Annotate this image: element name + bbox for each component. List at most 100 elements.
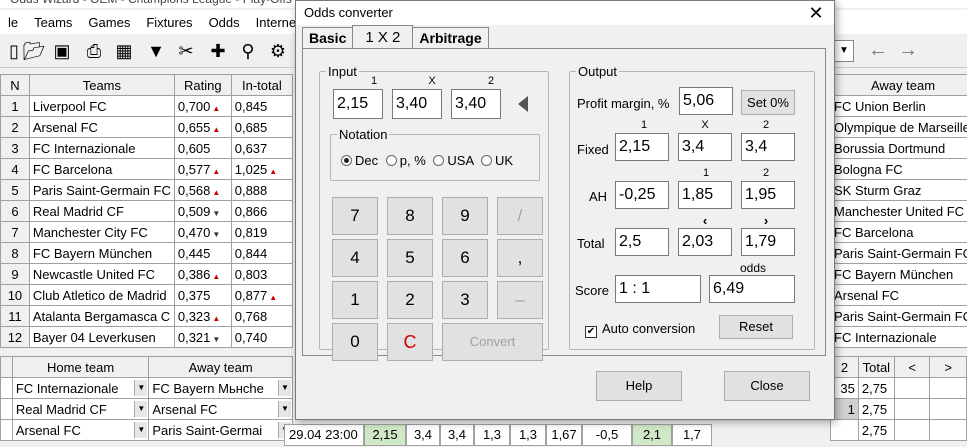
radio-usa[interactable]: USA	[433, 153, 473, 168]
chevron-down-icon[interactable]: ▼	[278, 380, 291, 396]
key-5[interactable]: 5	[387, 239, 433, 277]
set-zero-button[interactable]: Set 0%	[741, 90, 795, 115]
fixed-x[interactable]: 3,4	[678, 133, 732, 161]
convert-button[interactable]: Convert	[442, 323, 543, 361]
table-row[interactable]: 10 Club Atletico de Madrid 0,375 0,877 ▲	[0, 284, 294, 306]
table-row[interactable]: Manchester United FC	[830, 200, 967, 222]
calculator-icon[interactable]: ▦	[112, 40, 136, 62]
table-row[interactable]: 6 Real Madrid CF 0,509 ▼ 0,866	[0, 200, 294, 222]
chevron-down-icon[interactable]: ▼	[134, 401, 148, 417]
key-8[interactable]: 8	[387, 197, 433, 235]
table-row[interactable]: FC Union Berlin	[830, 95, 967, 117]
back-arrow-icon[interactable]: ←	[866, 40, 890, 62]
tab-arbitrage[interactable]: Arbitrage	[412, 27, 489, 49]
ah-2[interactable]: 1,95	[741, 181, 795, 209]
open-folder-icon[interactable]: 📂︎	[22, 40, 46, 62]
fixture-row[interactable]: Arsenal FC ▼Paris Saint-Germai▼	[0, 419, 293, 441]
clear-button[interactable]: C	[387, 323, 433, 361]
table-row[interactable]: Paris Saint-Germain FC	[830, 305, 967, 327]
menu-item[interactable]: Odds	[201, 15, 248, 30]
radio-dec[interactable]: Dec	[341, 153, 378, 168]
col-intotal[interactable]: In-total	[230, 74, 294, 96]
table-row[interactable]: 7 Manchester City FC 0,470 ▼ 0,819	[0, 221, 294, 243]
table-row[interactable]: Arsenal FC	[830, 284, 967, 306]
col-home-team[interactable]: Home team	[11, 356, 150, 378]
menu-item[interactable]: Fixtures	[138, 15, 200, 30]
fixed-2[interactable]: 3,4	[741, 133, 795, 161]
fixture-row[interactable]: FC Internazionale ▼ FC Bayern Mьнche ▼	[0, 377, 293, 399]
odds-cell[interactable]: 3,4	[440, 424, 474, 446]
fixed-1[interactable]: 2,15	[615, 133, 669, 161]
col-away-team[interactable]: Away team	[830, 74, 967, 96]
menu-item[interactable]: Teams	[26, 15, 80, 30]
col-away-team-fixtures[interactable]: Away team	[148, 356, 293, 378]
home-team-select[interactable]: Real Madrid CF ▼	[11, 398, 150, 420]
odds-cell[interactable]: 1,7	[672, 424, 712, 446]
prev-page-button[interactable]: <	[893, 356, 931, 378]
radio-p-dot[interactable]	[385, 155, 397, 166]
key-7[interactable]: 7	[332, 197, 378, 235]
auto-conversion-checkbox[interactable]: ✔	[585, 326, 597, 338]
next-page-button[interactable]: >	[929, 356, 967, 378]
toolbar-combo-arrow[interactable]: ▼	[834, 40, 854, 62]
chevron-down-icon[interactable]: ▼	[134, 422, 148, 438]
odds-cell[interactable]: 1,3	[510, 424, 546, 446]
input-odds-2[interactable]: 3,40	[451, 89, 501, 119]
odds-cell[interactable]: -0,5	[582, 424, 632, 446]
odds-cell[interactable]: 1,3	[474, 424, 510, 446]
key-9[interactable]: 9	[442, 197, 488, 235]
settings-icon[interactable]: ⚙	[266, 40, 290, 62]
table-row[interactable]: 8 FC Bayern München 0,445 0,844	[0, 242, 294, 264]
menu-item[interactable]: Games	[80, 15, 138, 30]
satellite-icon[interactable]: ⚲	[236, 40, 260, 62]
table-row[interactable]: FC Barcelona	[830, 221, 967, 243]
radio-usa-dot[interactable]	[433, 155, 445, 166]
reset-button[interactable]: Reset	[719, 315, 793, 339]
away-team-select[interactable]: Paris Saint-Germai▼	[148, 419, 293, 441]
table-row[interactable]: 11 Atalanta Bergamasca C 0,323 ▲ 0,768	[0, 305, 294, 327]
plus-icon[interactable]: ✚	[206, 40, 230, 62]
odds-cell[interactable]: 1,67	[546, 424, 582, 446]
profit-margin-field[interactable]: 5,06	[679, 87, 733, 115]
odds-cell[interactable]: 2,15	[364, 424, 406, 446]
table-row[interactable]: FC Internazionale	[830, 326, 967, 348]
key-comma[interactable]: ,	[497, 239, 543, 277]
away-team-select[interactable]: Arsenal FC ▼	[148, 398, 293, 420]
table-row[interactable]: 5 Paris Saint-Germain FC 0,568 ▲ 0,888	[0, 179, 294, 201]
total-under[interactable]: 2,03	[678, 228, 732, 256]
table-row[interactable]: 9 Newcastle United FC 0,386 ▲ 0,803	[0, 263, 294, 285]
radio-p[interactable]: p, %	[385, 153, 426, 168]
fixture-row[interactable]: Real Madrid CF ▼ Arsenal FC ▼	[0, 398, 293, 420]
print-icon[interactable]: ⎙	[82, 40, 106, 62]
close-button[interactable]: Close	[724, 371, 810, 401]
auto-conversion[interactable]: ✔ Auto conversion	[585, 321, 695, 338]
total-over[interactable]: 1,79	[741, 228, 795, 256]
input-odds-x[interactable]: 3,40	[392, 89, 442, 119]
table-row[interactable]: 3 FC Internazionale 0,605 0,637	[0, 137, 294, 159]
total-line[interactable]: 2,5	[615, 228, 669, 256]
col-total[interactable]: Total	[857, 356, 895, 378]
score-field[interactable]: 1 : 1	[615, 275, 701, 303]
table-row[interactable]: Bologna FC	[830, 158, 967, 180]
key-0[interactable]: 0	[332, 323, 378, 361]
table-row[interactable]: 1 Liverpool FC 0,700 ▲ 0,845	[0, 95, 294, 117]
radio-uk[interactable]: UK	[481, 153, 513, 168]
tools-icon[interactable]: ✂	[174, 40, 198, 62]
table-row[interactable]: 12 Bayer 04 Leverkusen 0,321 ▼ 0,740	[0, 326, 294, 348]
save-icon[interactable]: ▣	[50, 40, 74, 62]
home-team-select[interactable]: FC Internazionale ▼	[11, 377, 150, 399]
key-1[interactable]: 1	[332, 281, 378, 319]
tab-1x2[interactable]: 1 X 2	[352, 25, 414, 49]
home-team-select[interactable]: Arsenal FC ▼	[11, 419, 150, 441]
input-odds-1[interactable]: 2,15	[333, 89, 383, 119]
table-row[interactable]: Olympique de Marseille	[830, 116, 967, 138]
key-4[interactable]: 4	[332, 239, 378, 277]
table-row[interactable]: Paris Saint-Germain FC	[830, 242, 967, 264]
key-minus[interactable]: –	[497, 281, 543, 319]
menu-item[interactable]: le	[0, 15, 26, 30]
col-teams[interactable]: Teams	[28, 74, 175, 96]
key-2[interactable]: 2	[387, 281, 433, 319]
radio-dec-dot[interactable]	[341, 155, 352, 166]
key-6[interactable]: 6	[442, 239, 488, 277]
col-n[interactable]: N	[0, 74, 30, 96]
